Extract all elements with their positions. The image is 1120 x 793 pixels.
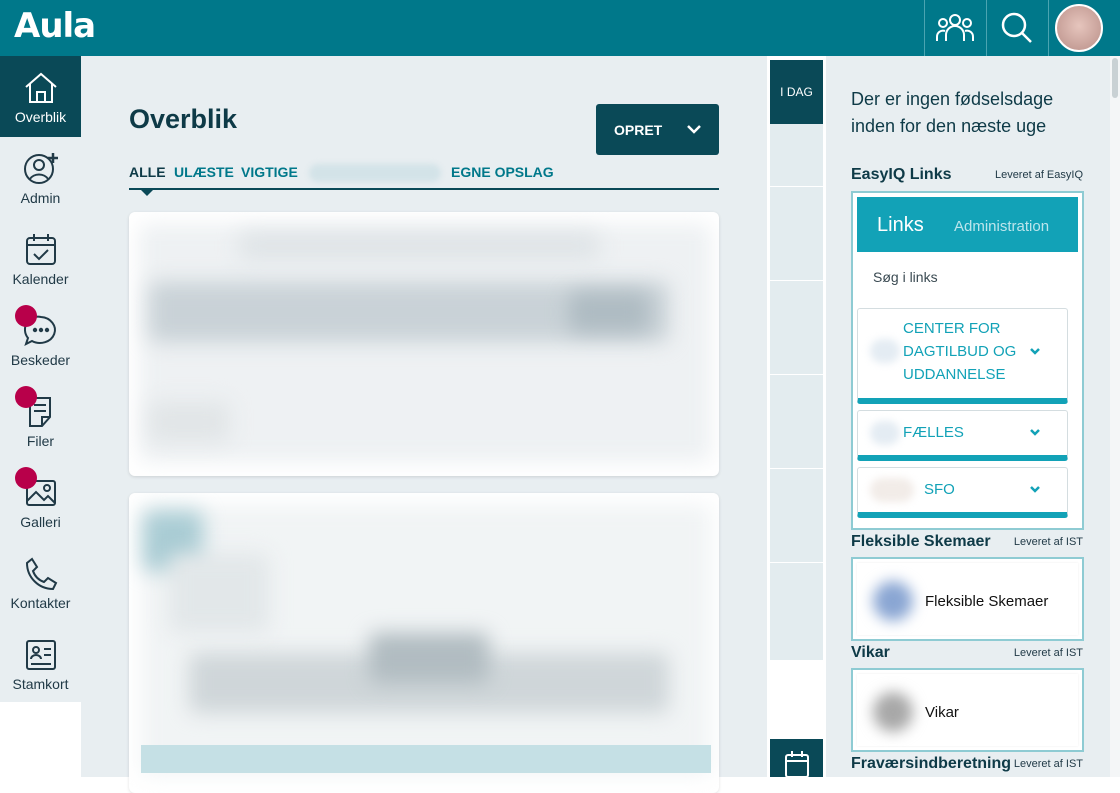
phone-icon — [25, 557, 57, 590]
chevron-down-icon — [1030, 429, 1040, 436]
right-panel: Der er ingen fødselsdage inden for den n… — [826, 56, 1110, 777]
widget-title: Vikar — [851, 644, 890, 661]
sidebar-item-stamkort[interactable]: Stamkort — [0, 623, 81, 704]
top-bar: Aula — [0, 0, 1120, 56]
calendar-icon — [25, 233, 56, 265]
profile-button[interactable] — [1048, 0, 1108, 56]
widget-title: Fleksible Skemaer — [851, 533, 991, 550]
notification-badge — [15, 305, 37, 327]
tab-obscured[interactable] — [309, 164, 441, 182]
home-icon — [24, 72, 57, 103]
tab-administration[interactable]: Administration — [954, 218, 1049, 235]
chevron-down-icon — [1030, 348, 1040, 355]
link-group[interactable]: FÆLLES — [857, 410, 1068, 461]
groups-icon — [935, 14, 974, 41]
sidebar-item-kontakter[interactable]: Kontakter — [0, 542, 81, 623]
calendar-days[interactable] — [770, 124, 823, 660]
sidebar-item-admin[interactable]: Admin — [0, 137, 81, 218]
today-button[interactable]: I DAG — [770, 60, 823, 124]
sidebar-item-label: Admin — [20, 189, 61, 206]
sidebar-item-label: Galleri — [20, 513, 61, 530]
tab-ulaeste[interactable]: ULÆSTE — [174, 164, 234, 180]
fleksible-widget[interactable]: Fleksible Skemaer — [851, 557, 1084, 641]
sidebar-item-label: Filer — [26, 432, 55, 449]
fravaer-header: Fraværsindberetning Leveret af IST — [851, 755, 1083, 775]
post-card[interactable] — [129, 212, 719, 476]
sidebar-item-label: Overblik — [14, 108, 67, 125]
create-button[interactable]: OPRET — [596, 104, 719, 155]
add-user-icon — [23, 152, 58, 184]
easyiq-widget: Links Administration Søg i links CENTER … — [851, 191, 1084, 530]
sidebar-item-label: Stamkort — [12, 675, 69, 692]
calendar-button[interactable] — [770, 739, 823, 777]
groups-button[interactable] — [924, 0, 984, 56]
sidebar-item-galleri[interactable]: Galleri — [0, 461, 81, 542]
sidebar: Overblik Admin Kalender Beskeder Filer G… — [0, 56, 81, 702]
tab-alle[interactable]: ALLE — [129, 164, 166, 180]
tab-egne-opslag[interactable]: EGNE OPSLAG — [451, 164, 554, 180]
filter-tabs: ALLE ULÆSTE VIGTIGE EGNE OPSLAG — [129, 164, 719, 196]
widget-title: Fraværsindberetning — [851, 755, 1012, 772]
service-label: Vikar — [925, 704, 959, 721]
post-card[interactable] — [129, 493, 719, 793]
sidebar-item-kalender[interactable]: Kalender — [0, 218, 81, 299]
link-group[interactable]: SFO — [857, 467, 1068, 518]
link-group[interactable]: CENTER FOR DAGTILBUD OG UDDANNELSE — [857, 308, 1068, 404]
notification-badge — [15, 467, 37, 489]
aula-logo[interactable]: Aula — [14, 6, 96, 46]
sidebar-item-beskeder[interactable]: Beskeder — [0, 299, 81, 380]
contact-card-icon — [25, 639, 56, 670]
link-group-label: CENTER FOR DAGTILBUD OG UDDANNELSE — [903, 320, 1017, 383]
search-button[interactable] — [986, 0, 1046, 56]
active-tab-caret — [139, 188, 155, 196]
avatar — [1054, 4, 1103, 52]
chevron-down-icon — [687, 125, 701, 134]
easyiq-header: EasyIQ Links Leveret af EasyIQ — [851, 166, 1083, 186]
widget-provider: Leveret af IST — [1013, 647, 1083, 659]
calendar-icon — [784, 751, 809, 777]
sidebar-item-label: Kalender — [12, 270, 69, 287]
vikar-header: Vikar Leveret af IST — [851, 644, 1083, 664]
calendar-strip: I DAG — [767, 56, 826, 777]
service-label: Fleksible Skemaer — [925, 593, 1049, 610]
tab-links[interactable]: Links — [877, 214, 924, 237]
birthday-notice: Der er ingen fødselsdage inden for den n… — [851, 89, 1054, 136]
widget-provider: Leveret af IST — [1013, 758, 1083, 770]
sidebar-item-filer[interactable]: Filer — [0, 380, 81, 461]
tab-vigtige[interactable]: VIGTIGE — [241, 164, 298, 180]
link-group-label: FÆLLES — [903, 424, 964, 441]
widget-title: EasyIQ Links — [851, 166, 952, 183]
links-header: Links Administration — [857, 197, 1078, 252]
chevron-down-icon — [1030, 486, 1040, 493]
link-group-label: SFO — [924, 481, 955, 498]
scrollbar[interactable] — [1110, 56, 1120, 777]
fleksible-header: Fleksible Skemaer Leveret af IST — [851, 533, 1083, 553]
widget-provider: Leveret af IST — [1013, 536, 1083, 548]
search-icon — [1001, 12, 1032, 43]
vikar-widget[interactable]: Vikar — [851, 668, 1084, 752]
main-content: Overblik OPRET ALLE ULÆSTE VIGTIGE EGNE … — [81, 56, 767, 793]
search-links-input[interactable]: Søg i links — [873, 269, 938, 285]
notification-badge — [15, 386, 37, 408]
sidebar-item-label: Kontakter — [10, 594, 71, 611]
page-title: Overblik — [129, 104, 238, 134]
sidebar-item-overblik[interactable]: Overblik — [0, 56, 81, 137]
sidebar-item-label: Beskeder — [10, 351, 71, 368]
create-button-label: OPRET — [614, 121, 663, 138]
widget-provider: Leveret af EasyIQ — [994, 169, 1083, 181]
